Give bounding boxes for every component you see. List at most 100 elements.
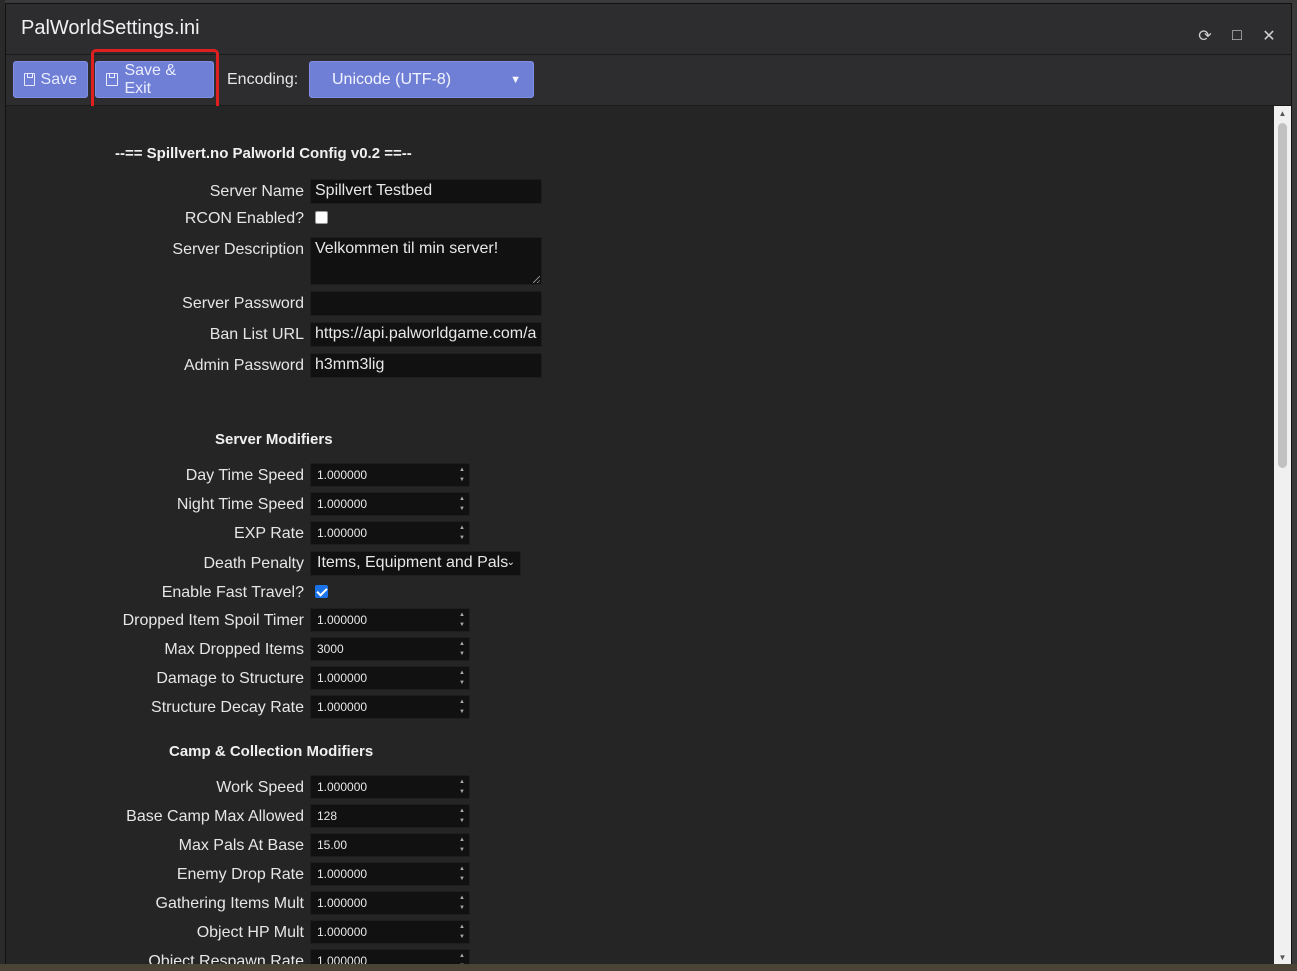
description-textarea[interactable]: Velkommen til min server!: [310, 237, 542, 285]
resize-grip-icon[interactable]: [533, 276, 540, 283]
spoil-timer-input[interactable]: 1.000000 ▲ ▼: [310, 608, 470, 632]
max-pals-value: 15.00: [317, 838, 348, 852]
rcon-checkbox[interactable]: [315, 211, 328, 224]
encoding-value: Unicode (UTF-8): [332, 70, 452, 88]
work-speed-label: Work Speed: [216, 779, 304, 796]
save-and-exit-label: Save & Exit: [124, 61, 177, 97]
banlist-row: Ban List URL https://api.palworldgame.co…: [6, 322, 566, 348]
decay-rate-input[interactable]: 1.000000 ▲ ▼: [310, 695, 470, 719]
password-row: Server Password: [6, 291, 566, 317]
caret-down-icon: ▼: [510, 74, 521, 86]
encoding-label: Encoding:: [227, 71, 299, 88]
object-hp-label: Object HP Mult: [196, 924, 304, 941]
save-button[interactable]: Save: [13, 61, 88, 98]
title-bar: PalWorldSettings.ini ⟳ □ ✕: [6, 4, 1291, 55]
spinner-icon[interactable]: ▲▼: [458, 523, 466, 543]
gathering-label: Gathering Items Mult: [155, 895, 305, 912]
server-name-input[interactable]: Spillvert Testbed: [310, 179, 542, 204]
max-dropped-value: 3000: [317, 642, 344, 656]
refresh-icon[interactable]: ⟳: [1195, 26, 1215, 46]
server-modifiers-heading: Server Modifiers: [215, 431, 333, 448]
password-input[interactable]: [310, 291, 542, 316]
spinner-icon[interactable]: ▲▼: [458, 835, 466, 855]
maximize-icon[interactable]: □: [1227, 26, 1247, 46]
scrollbar-thumb[interactable]: [1278, 123, 1287, 468]
day-time-speed-value: 1.000000: [317, 468, 368, 482]
chevron-down-icon: ⌄: [506, 557, 515, 568]
vertical-scrollbar[interactable]: ▲ ▼: [1274, 106, 1291, 964]
spinner-icon[interactable]: ▲▼: [458, 922, 466, 942]
admin-password-input[interactable]: h3mm3lig: [310, 353, 542, 378]
day-time-speed-label: Day Time Speed: [185, 467, 304, 484]
exp-rate-row: EXP Rate 1.000000 ▲ ▼: [6, 521, 566, 547]
description-row: Server Description Velkommen til min ser…: [6, 237, 566, 285]
respawn-input[interactable]: 1.000000 ▲▼: [310, 949, 470, 964]
base-camp-max-value: 128: [317, 809, 338, 823]
window-title: PalWorldSettings.ini: [21, 17, 200, 39]
object-hp-input[interactable]: 1.000000 ▲ ▼: [310, 920, 470, 944]
password-label: Server Password: [182, 295, 304, 312]
exp-rate-value: 1.000000: [317, 526, 368, 540]
spinner-icon[interactable]: ▲▼: [458, 777, 466, 797]
night-time-speed-value: 1.000000: [317, 497, 368, 511]
spinner-icon[interactable]: ▲▼: [458, 697, 466, 717]
respawn-value: 1.000000: [317, 954, 368, 964]
base-camp-max-input[interactable]: 128 ▲ ▼: [310, 804, 470, 828]
server-name-row: Server Name Spillvert Testbed: [6, 179, 566, 205]
respawn-row: Object Respawn Rate 1.000000 ▲▼: [6, 949, 566, 964]
death-penalty-select[interactable]: Items, Equipment and Pals ⌄: [310, 551, 521, 576]
max-pals-input[interactable]: 15.00 ▲ ▼: [310, 833, 470, 857]
close-icon[interactable]: ✕: [1259, 26, 1279, 46]
admin-password-label: Admin Password: [183, 357, 304, 374]
night-time-speed-label: Night Time Speed: [176, 496, 304, 513]
max-dropped-label: Max Dropped Items: [164, 641, 304, 658]
banlist-label: Ban List URL: [209, 326, 304, 343]
max-pals-row: Max Pals At Base 15.00 ▲ ▼: [6, 833, 566, 859]
damage-structure-label: Damage to Structure: [156, 670, 304, 687]
spinner-icon[interactable]: ▲▼: [458, 465, 466, 485]
toolbar: Save Save & Exit Encoding: Unicode (UTF-…: [6, 55, 1291, 106]
max-pals-label: Max Pals At Base: [178, 837, 304, 854]
night-time-speed-row: Night Time Speed 1.000000 ▲ ▼: [6, 492, 566, 518]
fast-travel-checkbox[interactable]: [315, 585, 328, 598]
save-and-exit-button[interactable]: Save & Exit: [95, 61, 214, 98]
enemy-drop-value: 1.000000: [317, 867, 368, 881]
rcon-row: RCON Enabled?: [6, 206, 566, 232]
respawn-label: Object Respawn Rate: [148, 953, 304, 964]
spinner-icon[interactable]: ▲▼: [458, 610, 466, 630]
rcon-label: RCON Enabled?: [184, 210, 304, 227]
gathering-input[interactable]: 1.000000 ▲ ▼: [310, 891, 470, 915]
spoil-timer-row: Dropped Item Spoil Timer 1.000000 ▲ ▼: [6, 608, 566, 634]
fast-travel-row: Enable Fast Travel?: [6, 580, 566, 606]
exp-rate-input[interactable]: 1.000000 ▲ ▼: [310, 521, 470, 545]
spinner-icon[interactable]: ▲▼: [458, 893, 466, 913]
max-dropped-row: Max Dropped Items 3000 ▲ ▼: [6, 637, 566, 663]
spinner-icon[interactable]: ▲▼: [458, 806, 466, 826]
scroll-up-icon[interactable]: ▲: [1274, 106, 1291, 120]
decay-rate-value: 1.000000: [317, 700, 368, 714]
object-hp-value: 1.000000: [317, 925, 368, 939]
desktop-background-strip: [0, 964, 1297, 971]
base-camp-max-label: Base Camp Max Allowed: [126, 808, 304, 825]
enemy-drop-label: Enemy Drop Rate: [176, 866, 304, 883]
fast-travel-label: Enable Fast Travel?: [161, 584, 304, 601]
day-time-speed-input[interactable]: 1.000000 ▲ ▼: [310, 463, 470, 487]
max-dropped-input[interactable]: 3000 ▲ ▼: [310, 637, 470, 661]
description-text: Velkommen til min server!: [315, 240, 499, 257]
encoding-select[interactable]: Unicode (UTF-8) ▼: [309, 61, 534, 98]
damage-structure-input[interactable]: 1.000000 ▲ ▼: [310, 666, 470, 690]
object-hp-row: Object HP Mult 1.000000 ▲ ▼: [6, 920, 566, 946]
banlist-input[interactable]: https://api.palworldgame.com/a: [310, 322, 542, 347]
spinner-icon[interactable]: ▲▼: [458, 864, 466, 884]
work-speed-input[interactable]: 1.000000 ▲ ▼: [310, 775, 470, 799]
enemy-drop-row: Enemy Drop Rate 1.000000 ▲ ▼: [6, 862, 566, 888]
scroll-down-icon[interactable]: ▼: [1274, 950, 1291, 964]
night-time-speed-input[interactable]: 1.000000 ▲ ▼: [310, 492, 470, 516]
spinner-icon[interactable]: ▲▼: [458, 494, 466, 514]
floppy-disk-icon: [106, 73, 119, 86]
spinner-icon[interactable]: ▲▼: [458, 951, 466, 964]
spinner-icon[interactable]: ▲▼: [458, 639, 466, 659]
spinner-icon[interactable]: ▲▼: [458, 668, 466, 688]
enemy-drop-input[interactable]: 1.000000 ▲ ▼: [310, 862, 470, 886]
settings-form: --== Spillvert.no Palworld Config v0.2 =…: [6, 106, 1274, 964]
